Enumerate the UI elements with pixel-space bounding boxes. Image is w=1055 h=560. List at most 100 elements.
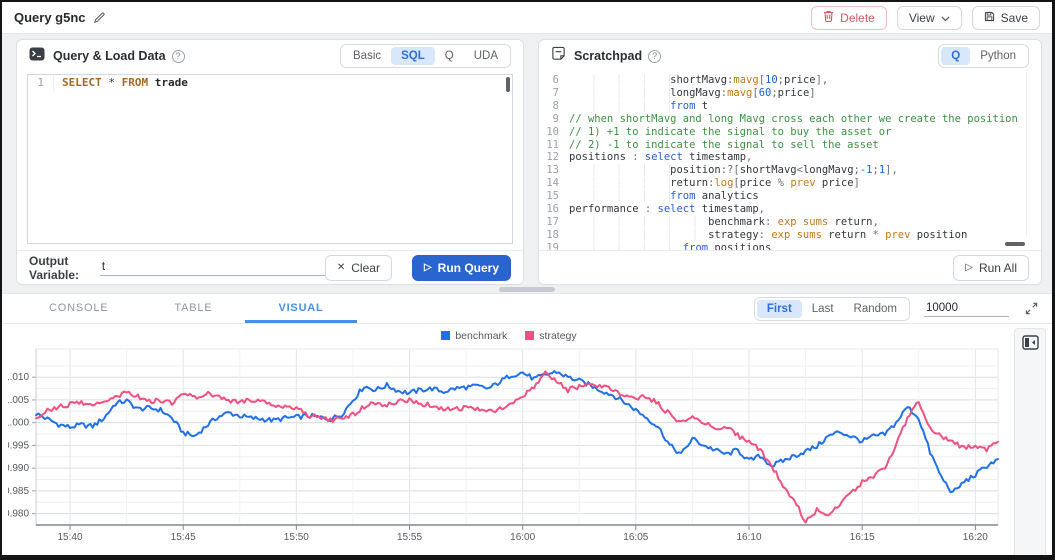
sql-code: 1SELECT * FROM trade [28, 75, 512, 91]
svg-text:0.985: 0.985 [8, 486, 29, 497]
sample-first[interactable]: First [757, 300, 802, 318]
line-number: 6 [539, 74, 569, 87]
line-number: 17 [539, 216, 569, 229]
results-tabbar: CONSOLETABLEVISUAL FirstLastRandom [2, 294, 1052, 324]
collapse-panel-icon[interactable] [1022, 335, 1039, 353]
delete-button[interactable]: Delete [811, 6, 887, 30]
tab-q[interactable]: Q [435, 47, 464, 65]
clear-button[interactable]: ✕ Clear [325, 255, 392, 281]
sample-last[interactable]: Last [802, 300, 844, 318]
scratchpad-hscrollbar-thumb[interactable] [1005, 242, 1025, 246]
code-line: 14 return:log[price % prev price] [539, 177, 1041, 190]
code-line: 10// 1) +1 to indicate the signal to buy… [539, 126, 1041, 139]
delete-label: Delete [840, 11, 875, 25]
code-text: SELECT * FROM trade [54, 75, 188, 91]
code-line: 9// when shortMavg and long Mavg cross e… [539, 113, 1041, 126]
row-limit-input[interactable] [924, 300, 1009, 317]
run-query-button[interactable]: ▷ Run Query [412, 255, 511, 281]
svg-text:16:05: 16:05 [623, 532, 648, 543]
expand-icon[interactable] [1025, 302, 1038, 315]
scratchpad-buttons: ▷ Run All [953, 255, 1029, 281]
tab-python[interactable]: Python [970, 47, 1026, 65]
clear-x-icon: ✕ [337, 263, 345, 273]
legend-item-benchmark[interactable]: benchmark [441, 330, 507, 342]
output-variable-input[interactable] [100, 259, 325, 276]
results-panel: CONSOLETABLEVISUAL FirstLastRandom bench… [2, 293, 1052, 555]
scratchpad-code[interactable]: 6 shortMavg:mavg[10;price],7 longMavg:ma… [539, 72, 1041, 250]
help-icon[interactable]: ? [172, 50, 185, 63]
results-tab-visual[interactable]: VISUAL [245, 294, 356, 323]
scratchpad-help-icon[interactable]: ? [648, 50, 661, 63]
output-variable-label: Output Variable: [29, 254, 92, 282]
legend-label: strategy [539, 330, 576, 342]
code-text: longMavg:mavg[60;price] [569, 87, 816, 100]
sql-editor[interactable]: 1SELECT * FROM trade [27, 74, 513, 244]
line-number: 16 [539, 203, 569, 216]
query-ide-window: Query g5nc Delete View Save Query & Load… [0, 0, 1055, 560]
sample-mode-tabs: FirstLastRandom [754, 297, 910, 321]
svg-text:16:20: 16:20 [963, 532, 988, 543]
view-label: View [909, 11, 935, 25]
code-line: 12positions : select timestamp, [539, 151, 1041, 164]
scratchpad-vscrollbar-track[interactable] [1026, 72, 1027, 236]
code-text: from positions [569, 242, 771, 250]
scratchpad-panel: Scratchpad ? QPython 6 shortMavg:mavg[10… [538, 39, 1042, 285]
results-tab-table[interactable]: TABLE [141, 294, 245, 323]
sql-editor-scrollbar-thumb[interactable] [506, 77, 510, 92]
code-text: from analytics [569, 190, 759, 203]
chart-main: benchmarkstrategy 0.9800.9850.9900.9951.… [8, 328, 1010, 560]
line-number: 1 [28, 75, 54, 91]
query-language-tabs: BasicSQLQUDA [340, 44, 511, 68]
line-number: 9 [539, 113, 569, 126]
legend-item-strategy[interactable]: strategy [525, 330, 576, 342]
code-text: from t [569, 100, 708, 113]
edit-title-icon[interactable] [93, 11, 106, 24]
chevron-down-icon [941, 11, 950, 25]
performance-chart[interactable]: 0.9800.9850.9900.9951.0001.0051.01015:40… [8, 343, 1010, 547]
code-line: 18 strategy: exp sums return * prev posi… [539, 229, 1041, 242]
tab-sql[interactable]: SQL [391, 47, 435, 65]
sample-random[interactable]: Random [844, 300, 907, 318]
svg-text:15:55: 15:55 [397, 532, 422, 543]
view-button[interactable]: View [897, 6, 962, 30]
scratchpad-actions-row: ▷ Run All [539, 250, 1041, 284]
run-icon: ▷ [424, 263, 432, 273]
legend-swatch [441, 331, 450, 340]
svg-text:1.010: 1.010 [8, 372, 29, 383]
svg-text:15:40: 15:40 [57, 532, 82, 543]
code-text: positions : select timestamp, [569, 151, 752, 164]
svg-text:15:50: 15:50 [284, 532, 309, 543]
horizontal-splitter [2, 286, 1052, 293]
splitter-drag-handle[interactable] [499, 287, 555, 292]
line-number: 10 [539, 126, 569, 139]
scratchpad-editor-region: 6 shortMavg:mavg[10;price],7 longMavg:ma… [539, 72, 1041, 250]
tab-basic[interactable]: Basic [343, 47, 391, 65]
line-number: 7 [539, 87, 569, 100]
results-tab-console[interactable]: CONSOLE [16, 294, 141, 323]
clear-label: Clear [351, 261, 380, 275]
svg-text:16:00: 16:00 [510, 532, 535, 543]
query-actions-row: Output Variable: ✕ Clear ▷ Run Query [17, 250, 523, 284]
code-text: performance : select timestamp, [569, 203, 765, 216]
code-line: 17 benchmark: exp sums return, [539, 216, 1041, 229]
trash-icon [823, 10, 834, 25]
line-number: 12 [539, 151, 569, 164]
svg-text:0.980: 0.980 [8, 509, 29, 520]
svg-text:0.990: 0.990 [8, 463, 29, 474]
run-all-icon: ▷ [965, 263, 973, 273]
query-panel: Query & Load Data ? BasicSQLQUDA 1SELECT… [16, 39, 524, 285]
svg-text:16:15: 16:15 [850, 532, 875, 543]
scratchpad-language-tabs: QPython [938, 44, 1029, 68]
svg-text:15:45: 15:45 [171, 532, 196, 543]
results-controls: FirstLastRandom [754, 297, 1038, 321]
run-query-label: Run Query [438, 261, 499, 275]
tab-q[interactable]: Q [941, 47, 970, 65]
run-all-button[interactable]: ▷ Run All [953, 255, 1029, 281]
scratchpad-title: Scratchpad [574, 49, 642, 63]
code-line: 8 from t [539, 100, 1041, 113]
query-panel-title: Query & Load Data [53, 49, 166, 63]
save-button[interactable]: Save [972, 6, 1040, 30]
chart-legend: benchmark strategy [8, 328, 1010, 343]
legend-swatch [525, 331, 534, 340]
tab-uda[interactable]: UDA [464, 47, 508, 65]
